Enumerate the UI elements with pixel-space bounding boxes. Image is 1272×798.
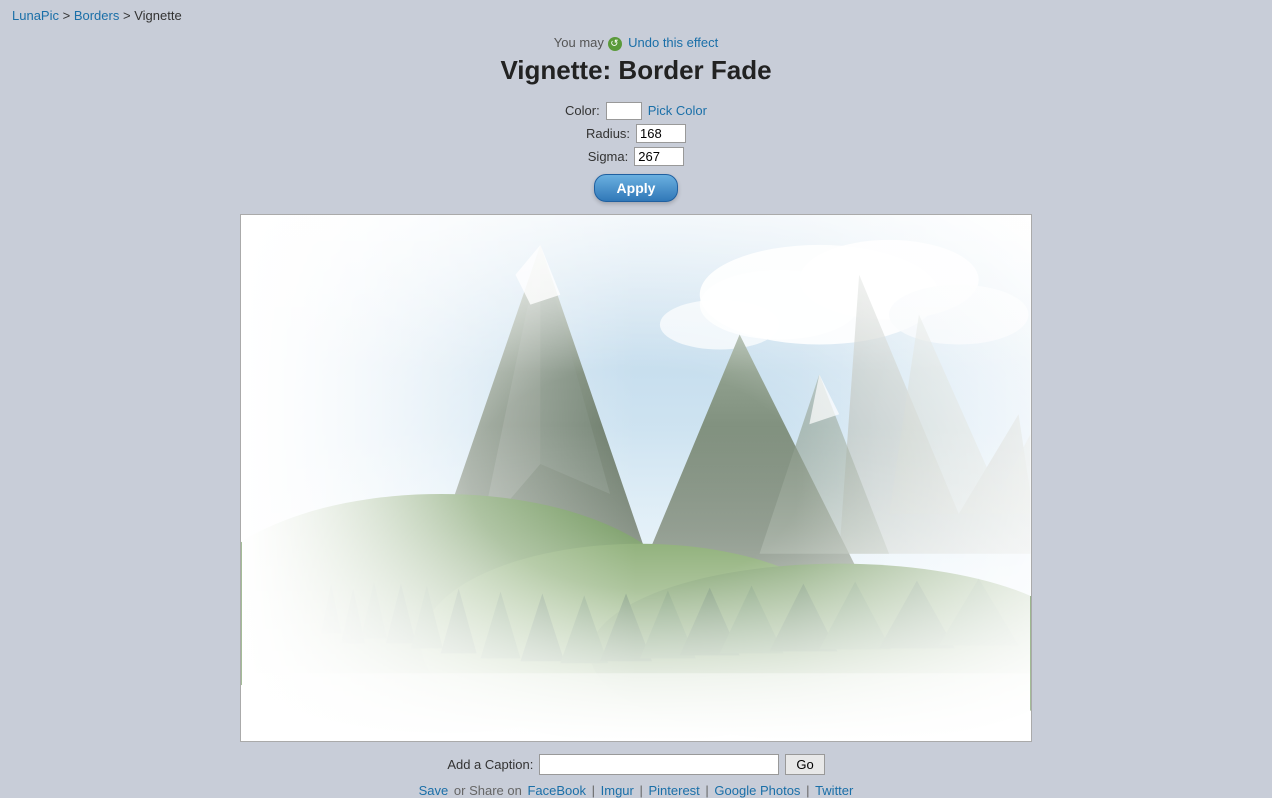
share-prefix: or Share on [454, 783, 526, 798]
radius-label: Radius: [586, 126, 630, 141]
breadcrumb: LunaPic > Borders > Vignette [0, 0, 1272, 31]
sigma-input[interactable] [634, 147, 684, 166]
color-label: Color: [565, 103, 600, 118]
mountain-svg [241, 215, 1031, 741]
save-link[interactable]: Save [419, 783, 449, 798]
undo-prefix: You may [554, 35, 604, 50]
header-section: You may Undo this effect Vignette: Borde… [500, 35, 771, 94]
lunapic-link[interactable]: LunaPic [12, 8, 59, 23]
radius-row: Radius: [565, 124, 707, 143]
sigma-label: Sigma: [588, 149, 628, 164]
google-photos-link[interactable]: Google Photos [714, 783, 800, 798]
go-button[interactable]: Go [785, 754, 824, 775]
undo-link[interactable]: Undo this effect [628, 35, 718, 50]
main-content: You may Undo this effect Vignette: Borde… [0, 31, 1272, 798]
sigma-row: Sigma: [565, 147, 707, 166]
image-preview [240, 214, 1032, 742]
share-row: Save or Share on FaceBook | Imgur | Pint… [419, 783, 854, 798]
borders-link[interactable]: Borders [74, 8, 120, 23]
twitter-link[interactable]: Twitter [815, 783, 853, 798]
pick-color-link[interactable]: Pick Color [648, 103, 707, 118]
undo-icon [608, 37, 622, 51]
facebook-link[interactable]: FaceBook [527, 783, 586, 798]
current-page-label: Vignette [134, 8, 181, 23]
undo-line: You may Undo this effect [500, 35, 771, 51]
imgur-link[interactable]: Imgur [601, 783, 634, 798]
caption-label: Add a Caption: [447, 757, 533, 772]
controls-section: Color: Pick Color Radius: Sigma: Apply [565, 102, 707, 206]
pinterest-link[interactable]: Pinterest [648, 783, 699, 798]
caption-row: Add a Caption: Go [447, 754, 824, 775]
radius-input[interactable] [636, 124, 686, 143]
apply-button[interactable]: Apply [594, 174, 679, 202]
page-title: Vignette: Border Fade [500, 55, 771, 86]
color-swatch[interactable] [606, 102, 642, 120]
caption-input[interactable] [539, 754, 779, 775]
apply-row: Apply [565, 170, 707, 202]
color-row: Color: Pick Color [565, 102, 707, 120]
